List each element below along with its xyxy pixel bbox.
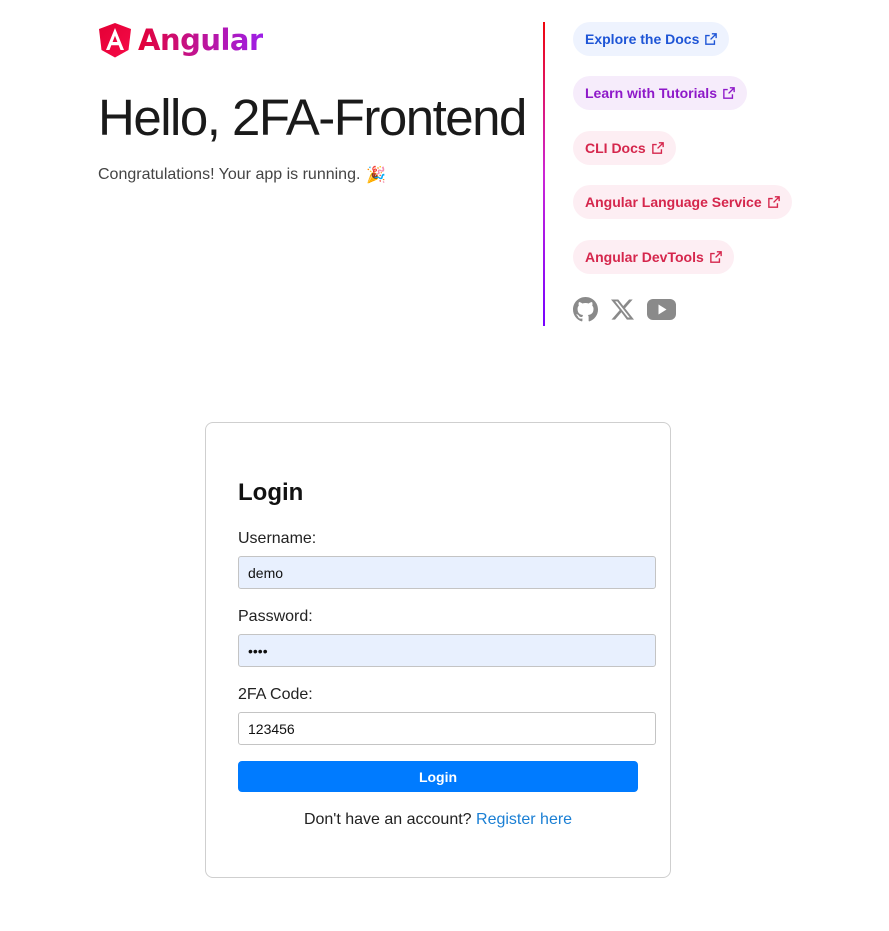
pill-label: Angular DevTools [585,249,704,265]
devtools-link[interactable]: Angular DevTools [573,240,734,274]
external-link-icon [705,33,718,45]
language-service-link[interactable]: Angular Language Service [573,185,792,219]
register-link[interactable]: Register here [476,811,572,828]
welcome-text: Congratulations! Your app is running. [98,166,361,183]
username-label: Username: [238,530,317,547]
external-link-icon [723,87,735,99]
angular-shield-icon [99,23,131,58]
login-heading: Login [238,479,304,506]
register-prompt: Don't have an account? Register here [206,811,670,829]
welcome-message: Congratulations! Your app is running. 🎉 [98,165,386,185]
x-twitter-link[interactable] [611,298,634,326]
youtube-link[interactable] [647,299,676,325]
external-link-icon [767,196,780,208]
external-link-icon [651,142,664,154]
youtube-icon [647,299,676,320]
pill-label: Angular Language Service [585,194,762,210]
password-label: Password: [238,608,313,625]
social-links [573,297,676,327]
party-emoji-icon: 🎉 [366,167,387,184]
github-icon [573,297,598,322]
pill-label: Explore the Docs [585,31,700,47]
logo-text: Angular [138,23,263,57]
twofa-code-label: 2FA Code: [238,686,313,703]
login-card: Login Username: Password: 2FA Code: Logi… [205,422,671,878]
register-prompt-text: Don't have an account? [303,811,472,828]
external-link-icon [709,251,722,263]
gradient-divider [543,22,545,326]
explore-docs-link[interactable]: Explore the Docs [573,22,730,56]
page-title: Hello, 2FA-Frontend [98,89,527,146]
login-button[interactable]: Login [238,761,638,792]
pill-label: CLI Docs [585,140,646,156]
github-link[interactable] [573,297,598,327]
pill-label: Learn with Tutorials [585,85,717,101]
cli-docs-link[interactable]: CLI Docs [573,131,676,165]
angular-logo: Angular [98,21,263,59]
twofa-code-input[interactable] [238,712,656,745]
x-icon [611,299,634,320]
password-input[interactable] [238,634,656,667]
learn-tutorials-link[interactable]: Learn with Tutorials [573,76,747,110]
username-input[interactable] [238,556,656,589]
